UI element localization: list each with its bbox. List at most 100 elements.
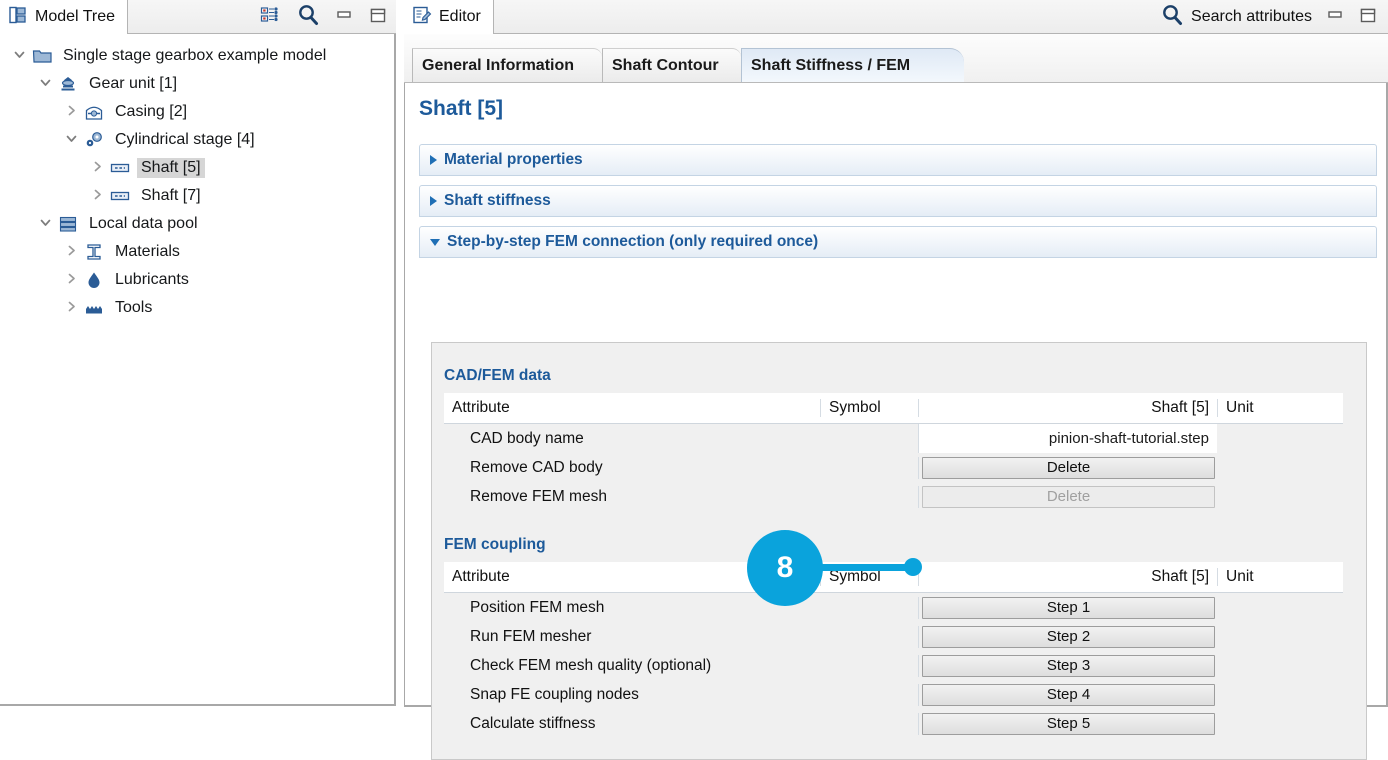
cell-attribute: Remove CAD body [470, 458, 603, 476]
cell-value: Step 1 [918, 596, 1217, 619]
cell-attribute: Position FEM mesh [470, 598, 605, 616]
tree-item-lubricants[interactable]: Lubricants [0, 266, 394, 294]
chevron-right-icon[interactable] [60, 300, 82, 316]
data-pool-icon [56, 214, 80, 234]
casing-icon [82, 102, 106, 122]
tree-item-tools[interactable]: Tools [0, 294, 394, 322]
tab-model-tree[interactable]: Model Tree [0, 0, 129, 34]
shaft-icon [108, 158, 132, 178]
chevron-down-icon[interactable] [8, 48, 30, 64]
chevron-down-icon[interactable] [34, 216, 56, 232]
chevron-right-icon[interactable] [86, 160, 108, 176]
column-header-unit: Unit [1217, 568, 1317, 586]
editor-icon [412, 5, 432, 29]
cell-value: Delete [918, 485, 1217, 508]
cell-value: Step 2 [918, 625, 1217, 648]
chevron-right-icon[interactable] [60, 104, 82, 120]
tree-item-shaft-5[interactable]: Shaft [5] [0, 154, 394, 182]
editor-panel: Editor Search attributes General Informa… [404, 0, 1388, 760]
cell-value: pinion-shaft-tutorial.step [918, 424, 1217, 453]
section-material-properties[interactable]: Material properties [419, 144, 1377, 176]
tab-label: Shaft Contour [612, 56, 719, 74]
tree-item-casing-2[interactable]: Casing [2] [0, 98, 394, 126]
link-tree-icon[interactable] [260, 5, 282, 29]
chevron-down-icon[interactable] [34, 76, 56, 92]
table-row: CAD body name pinion-shaft-tutorial.step [444, 424, 1343, 453]
tree-item-materials[interactable]: Materials [0, 238, 394, 266]
callout-badge-8: 8 [747, 530, 823, 606]
table-row: Position FEM mesh Step 1 [444, 593, 1343, 622]
editor-tab-label: Editor [439, 8, 481, 25]
button-step-5[interactable]: Step 5 [922, 712, 1215, 735]
tab-editor[interactable]: Editor [404, 0, 494, 34]
minimize-icon[interactable] [1325, 5, 1345, 29]
tree-item-gear-unit-1[interactable]: Gear unit [1] [0, 70, 394, 98]
tree-item-label: Lubricants [115, 271, 189, 288]
section-shaft-stiffness[interactable]: Shaft stiffness [419, 185, 1377, 217]
chevron-right-icon[interactable] [430, 196, 437, 206]
table-fem-coupling: Attribute Symbol Shaft [5] Unit Position FEM… [444, 562, 1343, 738]
cell-attribute: Run FEM mesher [470, 627, 592, 645]
tab-general-information[interactable]: General Information [412, 48, 602, 82]
tools-icon [82, 298, 106, 318]
button-step-3[interactable]: Step 3 [922, 654, 1215, 677]
group-title-cad-fem-data: CAD/FEM data [444, 367, 551, 384]
tree-item-shaft-7[interactable]: Shaft [7] [0, 182, 394, 210]
tree-item-label: Cylindrical stage [4] [115, 131, 255, 148]
maximize-icon[interactable] [1358, 5, 1378, 29]
chevron-right-icon[interactable] [430, 155, 437, 165]
button-step-2[interactable]: Step 2 [922, 625, 1215, 648]
editor-content: Shaft [5] Material properties Shaft stiff… [404, 83, 1388, 760]
editor-titlebar: Editor Search attributes [404, 0, 1388, 34]
column-header-value: Shaft [5] [918, 399, 1217, 417]
tree-item-cylindrical-stage-4[interactable]: Cylindrical stage [4] [0, 126, 394, 154]
page-title: Shaft [5] [419, 97, 503, 120]
cell-attribute: Remove FEM mesh [470, 487, 607, 505]
value-text[interactable]: pinion-shaft-tutorial.step [919, 424, 1217, 453]
tree-item-label: Tools [115, 299, 153, 316]
button-step-1[interactable]: Step 1 [922, 596, 1215, 619]
cell-attribute: Check FEM mesh quality (optional) [470, 656, 712, 674]
cell-value: Step 3 [918, 654, 1217, 677]
button-step-4[interactable]: Step 4 [922, 683, 1215, 706]
section-step-by-step-fem-connection-only-require[interactable]: Step-by-step FEM connection (only requir… [419, 226, 1377, 258]
tree-item-local-data-pool[interactable]: Local data pool [0, 210, 394, 238]
cell-attribute: CAD body name [470, 429, 584, 447]
tab-shaft-contour[interactable]: Shaft Contour [602, 48, 741, 82]
maximize-icon[interactable] [368, 5, 388, 29]
chevron-down-icon[interactable] [60, 132, 82, 148]
model-tree-icon [8, 5, 28, 29]
tree-item-label: Local data pool [89, 215, 198, 232]
column-header-unit: Unit [1217, 399, 1317, 417]
cylindrical-stage-icon [82, 130, 106, 150]
cell-attribute: Calculate stiffness [470, 714, 596, 732]
folder-icon [30, 46, 54, 66]
gear-unit-icon [56, 74, 80, 94]
cell-value: Step 4 [918, 683, 1217, 706]
chevron-right-icon[interactable] [86, 188, 108, 204]
minimize-icon[interactable] [334, 5, 354, 29]
tree-item-single-stage-gearbox-example-model[interactable]: Single stage gearbox example model [0, 42, 394, 70]
section-title: Step-by-step FEM connection (only requir… [447, 233, 819, 250]
model-tree-content: Single stage gearbox example model Gear u… [0, 34, 396, 706]
chevron-right-icon[interactable] [60, 244, 82, 260]
button-delete[interactable]: Delete [922, 456, 1215, 479]
chevron-right-icon[interactable] [60, 272, 82, 288]
tree-item-label: Single stage gearbox example model [63, 47, 327, 64]
model-tree-titlebar: Model Tree [0, 0, 396, 34]
search-attributes-button[interactable]: Search attributes [1160, 3, 1312, 32]
search-icon[interactable] [296, 3, 320, 31]
search-attributes-label: Search attributes [1191, 8, 1312, 25]
tree-item-label: Shaft [5] [137, 158, 205, 178]
callout-connector-dot [904, 558, 922, 576]
editor-toolbar: Search attributes [1160, 0, 1378, 34]
button-delete: Delete [922, 485, 1215, 508]
tab-shaft-stiffness-fem[interactable]: Shaft Stiffness / FEM [741, 48, 964, 82]
table-header-row: Attribute Symbol Shaft [5] Unit [444, 393, 1343, 424]
model-tree-tab-label: Model Tree [35, 8, 116, 25]
chevron-down-icon[interactable] [430, 238, 440, 246]
table-row: Remove CAD body Delete [444, 453, 1343, 482]
column-header-value: Shaft [5] [918, 568, 1217, 586]
editor-tabstrip: General Information Shaft Contour Shaft St… [404, 34, 1388, 83]
shaft-icon [108, 186, 132, 206]
